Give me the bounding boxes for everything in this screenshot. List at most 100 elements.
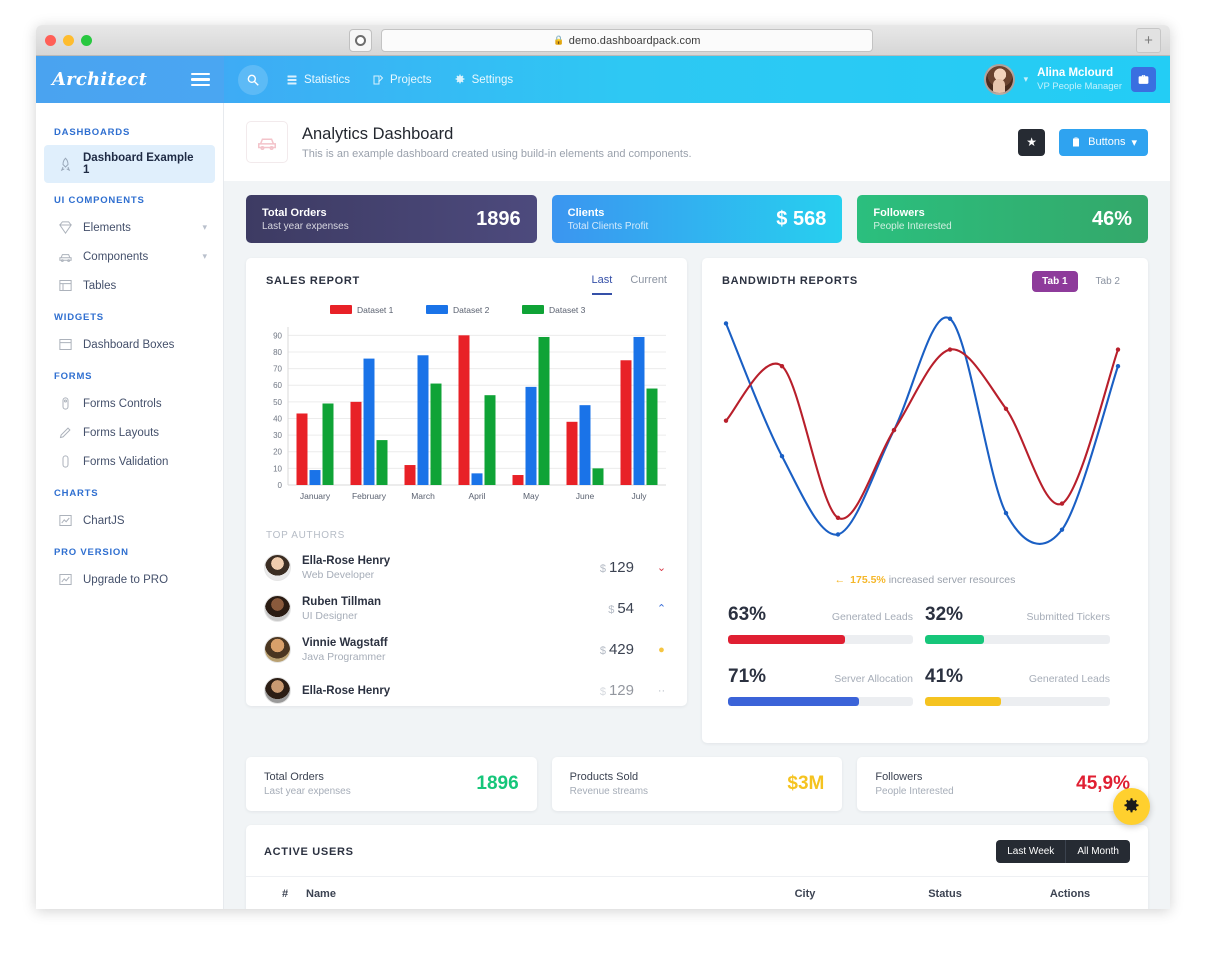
list-item[interactable]: Vinnie Wagstaff Java Programmer $429 ●	[264, 629, 669, 670]
clipboard-icon	[1073, 137, 1080, 147]
window-controls[interactable]	[45, 34, 92, 46]
tab-1[interactable]: Tab 1	[1032, 271, 1078, 292]
sidebar-item-dashboard-boxes[interactable]: Dashboard Boxes	[36, 330, 223, 359]
progress-value: 32%	[925, 604, 964, 625]
sidebar-item-dashboard-example-1[interactable]: Dashboard Example 1	[44, 145, 215, 183]
maximize-window-button[interactable]	[81, 34, 92, 46]
site-info-icon[interactable]	[349, 29, 372, 52]
card-subtitle: Total Clients Profit	[567, 220, 649, 232]
sidebar-item-label: Tables	[83, 279, 117, 292]
author-name: Ella-Rose Henry	[302, 684, 391, 697]
chevron-down-icon[interactable]: ▾	[202, 222, 207, 233]
dashboard-body: Total Orders Last year expenses 1896 Cli…	[224, 181, 1170, 909]
currency-symbol: $	[608, 604, 615, 616]
favorite-star-button[interactable]: ★	[1018, 128, 1046, 156]
app-root: Architect Statistics Projects Settings ▾…	[36, 56, 1170, 909]
sales-report-panel: SALES REPORT Last Current Dataset 1 Datas…	[246, 258, 687, 706]
sidebar-item-tables[interactable]: Tables	[36, 271, 223, 300]
sidebar-section-title: DASHBOARDS	[54, 127, 131, 138]
svg-text:60: 60	[273, 381, 282, 390]
sidebar-item-upgrade-to-pro[interactable]: Upgrade to PRO	[36, 565, 223, 594]
svg-text:June: June	[576, 491, 595, 501]
progress-label: Generated Leads	[1028, 673, 1110, 685]
control-icon	[62, 397, 69, 410]
toggle-all-month[interactable]: All Month	[1065, 840, 1130, 863]
gradient-card-total-orders[interactable]: Total Orders Last year expenses 1896	[246, 195, 537, 243]
sales-bar-chart: Dataset 1 Dataset 2 Dataset 3 0 10 20 30 40 50 60…	[273, 305, 666, 501]
svg-text:April: April	[468, 491, 485, 501]
sidebar-section-title: UI COMPONENTS	[54, 195, 145, 206]
chevron-down-icon[interactable]: ⌄	[654, 561, 669, 574]
page-title-block: Analytics Dashboard This is an example d…	[302, 125, 692, 160]
main-content: Analytics Dashboard This is an example d…	[224, 103, 1170, 909]
nav-item-projects[interactable]: Projects	[372, 74, 432, 86]
card-value: $3M	[787, 773, 825, 794]
svg-text:Dataset 1: Dataset 1	[357, 305, 394, 315]
list-item[interactable]: Ella-Rose Henry Web Developer $129 ⌄	[264, 547, 669, 588]
gradient-card-followers[interactable]: Followers People Interested 46%	[857, 195, 1149, 243]
sidebar-item-forms-controls[interactable]: Forms Controls	[36, 389, 223, 418]
close-window-button[interactable]	[45, 34, 56, 46]
card-value: $ 568	[776, 207, 827, 230]
card-title: Followers	[873, 206, 925, 219]
svg-text:40: 40	[273, 414, 282, 423]
sidebar: DASHBOARDS Dashboard Example 1 UI COMPON…	[36, 103, 224, 909]
buttons-label: Buttons	[1088, 136, 1126, 148]
url-text: demo.dashboardpack.com	[568, 34, 701, 47]
page-title: Analytics Dashboard	[302, 124, 454, 143]
user-info: Alina Mclourd VP People Manager	[1037, 66, 1122, 93]
svg-text:July: July	[631, 491, 647, 501]
briefcase-icon[interactable]	[1131, 67, 1156, 92]
sidebar-item-forms-validation[interactable]: Forms Validation	[36, 447, 223, 476]
toggle-last-week[interactable]: Last Week	[996, 840, 1065, 863]
sidebar-section-pro-version: PRO VERSION Upgrade to PRO	[36, 535, 223, 594]
gear-icon[interactable]	[1113, 788, 1150, 825]
list-item[interactable]: Ella-Rose Henry $129 ··	[264, 670, 669, 706]
user-zone[interactable]: ▾ Alina Mclourd VP People Manager	[983, 64, 1170, 95]
progress-value: 63%	[728, 604, 767, 625]
progress-bar	[925, 697, 1110, 706]
nav-item-settings[interactable]: Settings	[454, 74, 513, 86]
author-role: UI Designer	[302, 609, 358, 622]
sidebar-item-components[interactable]: Components ▾	[36, 242, 223, 271]
chevron-up-icon[interactable]: ⌃	[654, 602, 669, 615]
dot-icon[interactable]: ●	[654, 644, 669, 656]
tab-current[interactable]: Current	[630, 274, 667, 295]
table-icon	[59, 280, 72, 291]
currency-symbol: $	[599, 563, 606, 575]
svg-text:90: 90	[273, 331, 282, 340]
card-title: Total Orders	[262, 206, 327, 219]
sidebar-item-chartjs[interactable]: ChartJS	[36, 506, 223, 535]
column-header-status: Status	[928, 888, 962, 900]
column-header-actions: Actions	[1049, 888, 1091, 900]
panel-title: SALES REPORT	[266, 275, 360, 287]
author-amount: $129	[599, 682, 634, 699]
bar-chart-container: Dataset 1 Dataset 2 Dataset 3 0 10 20 30 40 50 60…	[246, 295, 687, 516]
sidebar-item-label: Upgrade to PRO	[83, 573, 169, 586]
chevron-down-icon[interactable]: ▾	[1024, 74, 1029, 85]
hamburger-menu-icon[interactable]	[191, 72, 210, 87]
svg-text:January: January	[300, 491, 331, 501]
tab-last[interactable]: Last	[591, 274, 613, 295]
gradient-card-clients[interactable]: Clients Total Clients Profit $ 568	[551, 195, 843, 243]
svg-text:80: 80	[273, 348, 282, 357]
address-bar[interactable]: 🔒 demo.dashboardpack.com	[381, 29, 873, 52]
period-toggle[interactable]: Last Week All Month	[996, 840, 1130, 863]
minimize-window-button[interactable]	[63, 34, 74, 46]
nav-label-projects: Projects	[390, 73, 432, 86]
buttons-dropdown-button[interactable]: Buttons ▾	[1059, 128, 1148, 156]
card-title: Followers	[875, 771, 923, 783]
app-logo[interactable]: Architect	[52, 69, 147, 90]
nav-item-statistics[interactable]: Statistics	[286, 74, 350, 86]
stat-card-products-sold[interactable]: Products Sold Revenue streams $3M	[551, 757, 843, 811]
stat-card-total-orders[interactable]: Total Orders Last year expenses 1896	[246, 757, 537, 811]
tab-2[interactable]: Tab 2	[1086, 271, 1130, 292]
sidebar-item-elements[interactable]: Elements ▾	[36, 213, 223, 242]
new-tab-button[interactable]: +	[1136, 28, 1161, 53]
search-icon[interactable]	[238, 64, 268, 95]
list-item[interactable]: Ruben Tillman UI Designer $54 ⌃	[264, 588, 669, 629]
sidebar-item-forms-layouts[interactable]: Forms Layouts	[36, 418, 223, 447]
chevron-down-icon[interactable]: ▾	[202, 251, 207, 262]
stat-card-followers[interactable]: Followers People Interested 45,9%	[857, 757, 1149, 811]
ellipsis-icon[interactable]: ··	[654, 685, 669, 697]
